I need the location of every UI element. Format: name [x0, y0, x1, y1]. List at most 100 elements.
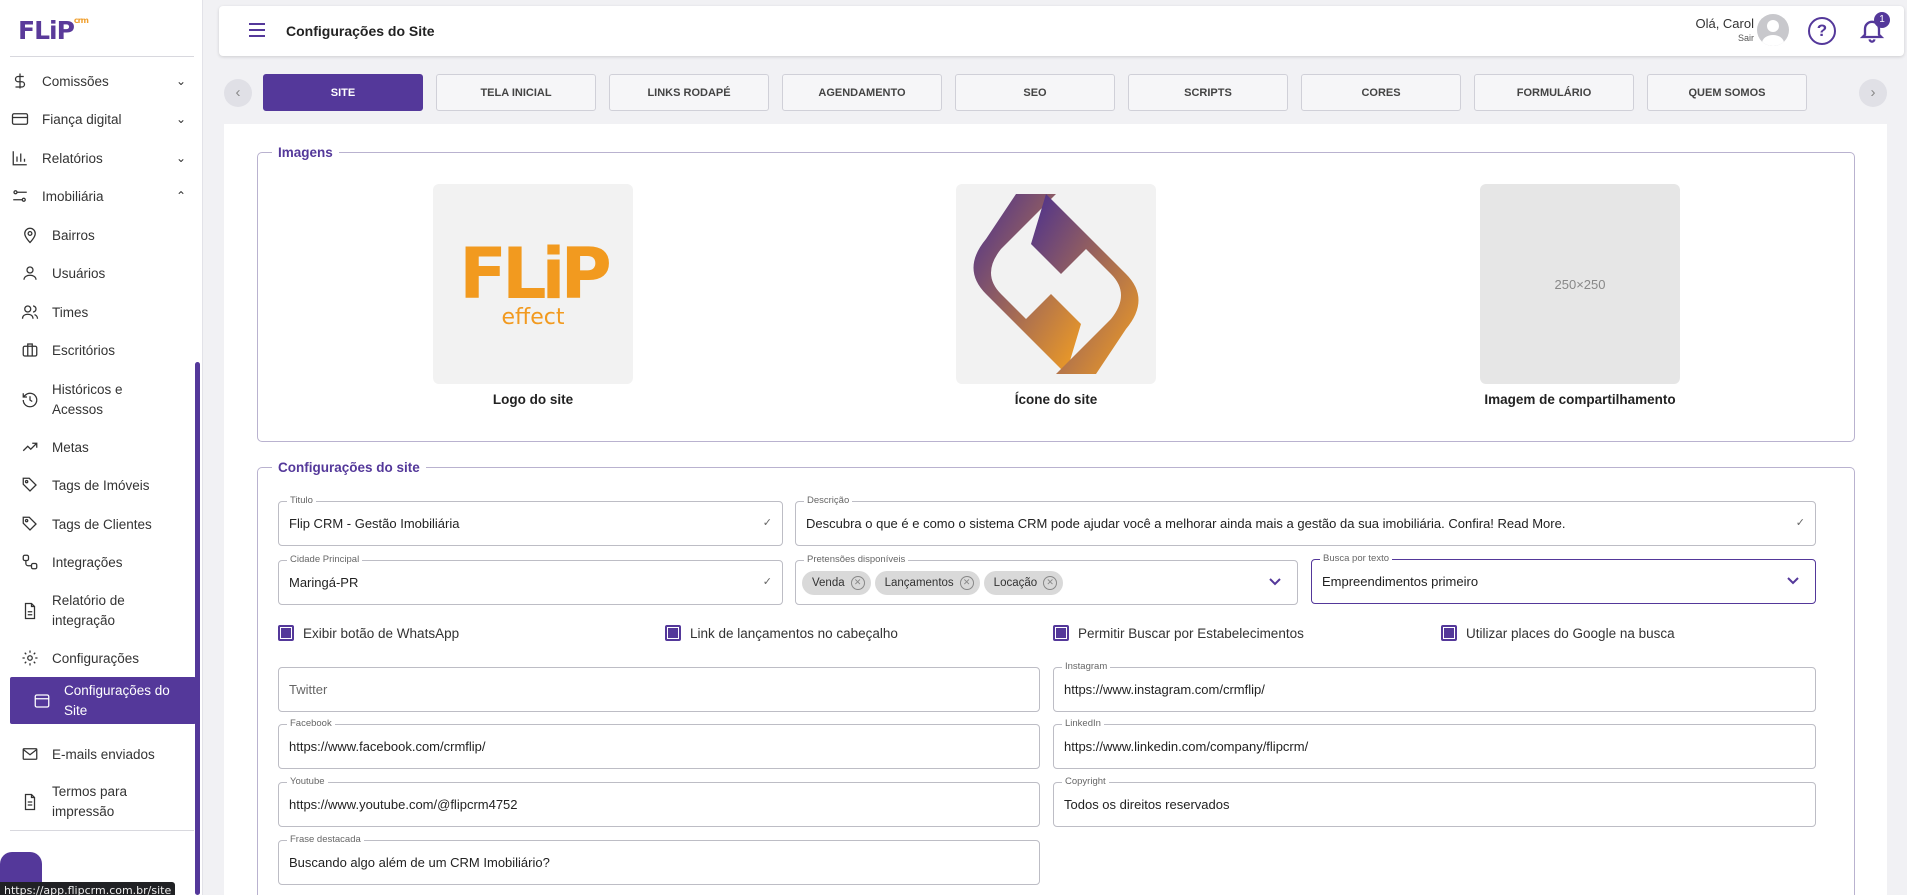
chip-venda[interactable]: Venda ✕ — [802, 571, 871, 595]
sidebar-item-metas[interactable]: Metas — [20, 437, 190, 457]
twitter-field[interactable]: Twitter — [278, 667, 1040, 712]
chip-lancamentos[interactable]: Lançamentos ✕ — [874, 571, 980, 595]
cidade-field[interactable]: Cidade Principal Maringá-PR ✓ — [278, 554, 783, 605]
tab-seo[interactable]: SEO — [955, 74, 1115, 111]
sidebar-item-label: Configurações — [52, 650, 140, 666]
cidade-label: Cidade Principal — [287, 554, 363, 565]
checkbox-checked[interactable] — [1441, 625, 1457, 641]
tabs-scroll-right-button[interactable]: › — [1859, 79, 1887, 107]
browser-window-icon — [32, 691, 52, 711]
checkbox-checked[interactable] — [665, 625, 681, 641]
avatar[interactable] — [1757, 14, 1789, 46]
sidebar-item-integracoes[interactable]: Integrações — [20, 552, 190, 572]
chevron-down-icon: ⌄ — [175, 74, 186, 88]
frase-destacada-field[interactable]: Frase destacada Buscando algo além de um… — [278, 834, 1040, 885]
tab-agendamento[interactable]: AGENDAMENTO — [782, 74, 942, 111]
sidebar-divider — [10, 56, 194, 57]
gear-icon — [20, 648, 40, 668]
sidebar-item-configuracoes[interactable]: Configurações — [20, 648, 190, 668]
pretensoes-select[interactable]: Pretensões disponíveis Venda ✕ Lançamento… — [795, 554, 1298, 605]
sidebar-item-usuarios[interactable]: Usuários — [20, 263, 190, 283]
busca-value[interactable]: Empreendimentos primeiro — [1322, 574, 1478, 589]
facebook-field[interactable]: Facebook https://www.facebook.com/crmfli… — [278, 718, 1040, 769]
descricao-value[interactable]: Descubra o que é e como o sistema CRM po… — [806, 516, 1565, 531]
app-logo[interactable]: FLiPcrm — [18, 16, 89, 45]
sidebar-item-label: Escritórios — [52, 342, 116, 358]
site-icon-image[interactable] — [956, 184, 1156, 384]
sidebar-scrollbar[interactable] — [195, 362, 200, 895]
twitter-placeholder[interactable]: Twitter — [289, 682, 327, 697]
sidebar-item-tags-clientes[interactable]: Tags de Clientes — [20, 514, 190, 534]
trending-up-icon — [20, 437, 40, 457]
chevron-down-icon[interactable] — [1785, 572, 1801, 588]
user-greeting: Olá, Carol Sair — [1695, 16, 1754, 43]
tab-scripts[interactable]: SCRIPTS — [1128, 74, 1288, 111]
google-places-checkbox[interactable]: Utilizar places do Google na busca — [1441, 625, 1675, 641]
tabs-scroll-left-button[interactable]: ‹ — [224, 79, 252, 107]
titulo-label: Titulo — [287, 495, 316, 506]
close-icon[interactable]: ✕ — [959, 576, 974, 590]
sidebar-item-label: Fiança digital — [42, 111, 122, 127]
logout-link[interactable]: Sair — [1695, 33, 1754, 43]
estabelecimentos-checkbox[interactable]: Permitir Buscar por Estabelecimentos — [1053, 625, 1304, 641]
sidebar-item-emails[interactable]: E-mails enviados — [20, 744, 190, 764]
logo-label: Logo do site — [492, 392, 574, 407]
tag-icon — [20, 514, 40, 534]
busca-texto-select[interactable]: Busca por texto Empreendimentos primeiro — [1311, 553, 1816, 604]
checkbox-checked[interactable] — [278, 625, 294, 641]
notifications-bell-icon[interactable]: 1 — [1858, 12, 1890, 46]
tab-formulario[interactable]: FORMULÁRIO — [1474, 74, 1634, 111]
chevron-down-icon[interactable] — [1267, 573, 1283, 589]
sidebar-item-imobiliaria[interactable]: Imobiliária ⌃ — [10, 186, 190, 206]
help-icon[interactable]: ? — [1808, 17, 1836, 45]
tab-quem-somos[interactable]: QUEM SOMOS — [1647, 74, 1807, 111]
copyright-value[interactable]: Todos os direitos reservados — [1064, 797, 1229, 812]
frase-value[interactable]: Buscando algo além de um CRM Imobiliário… — [289, 855, 550, 870]
sidebar-item-historicos[interactable]: Históricos e Acessos — [20, 380, 190, 419]
sidebar-item-relatorio-integracao[interactable]: Relatório de integração — [20, 591, 190, 630]
instagram-field[interactable]: Instagram https://www.instagram.com/crmf… — [1053, 661, 1816, 712]
sidebar-item-label: Integrações — [52, 554, 123, 570]
sidebar-item-comissoes[interactable]: Comissões ⌄ — [10, 71, 190, 91]
whatsapp-checkbox[interactable]: Exibir botão de WhatsApp — [278, 625, 459, 641]
tab-tela-inicial[interactable]: TELA INICIAL — [436, 74, 596, 111]
linkedin-value[interactable]: https://www.linkedin.com/company/flipcrm… — [1064, 739, 1308, 754]
descricao-label: Descrição — [804, 495, 853, 506]
close-icon[interactable]: ✕ — [850, 576, 865, 590]
tab-site[interactable]: SITE — [263, 74, 423, 111]
tab-links-rodape[interactable]: LINKS RODAPÉ — [609, 74, 769, 111]
youtube-field[interactable]: Youtube https://www.youtube.com/@flipcrm… — [278, 776, 1040, 827]
sidebar-item-times[interactable]: Times — [20, 302, 190, 322]
instagram-value[interactable]: https://www.instagram.com/crmflip/ — [1064, 682, 1265, 697]
checkbox-checked[interactable] — [1053, 625, 1069, 641]
titulo-value[interactable]: Flip CRM - Gestão Imobiliária — [289, 516, 460, 531]
titulo-field[interactable]: Titulo Flip CRM - Gestão Imobiliária ✓ — [278, 495, 783, 546]
sidebar-item-relatorios[interactable]: Relatórios ⌄ — [10, 148, 190, 168]
copyright-field[interactable]: Copyright Todos os direitos reservados — [1053, 776, 1816, 827]
sidebar-item-tags-imoveis[interactable]: Tags de Imóveis — [20, 475, 190, 495]
logo-card[interactable]: FLiP effect Logo do site — [433, 184, 633, 407]
section-legend: Imagens — [278, 145, 333, 160]
site-icon-card[interactable]: Ícone do site — [956, 184, 1156, 407]
sidebar: FLiPcrm Comissões ⌄ Fiança digital ⌄ Rel… — [0, 0, 203, 895]
chip-locacao[interactable]: Locação ✕ — [983, 571, 1064, 595]
descricao-field[interactable]: Descrição Descubra o que é e como o sist… — [795, 495, 1816, 546]
sidebar-item-configuracoes-site[interactable]: Configurações do Site — [10, 677, 196, 725]
chip-label: Lançamentos — [884, 577, 954, 589]
hamburger-menu-icon[interactable] — [249, 23, 265, 41]
close-icon[interactable]: ✕ — [1043, 576, 1058, 590]
cidade-value[interactable]: Maringá-PR — [289, 575, 358, 590]
sidebar-item-escritorios[interactable]: Escritórios — [20, 340, 190, 360]
facebook-label: Facebook — [287, 718, 335, 729]
facebook-value[interactable]: https://www.facebook.com/crmflip/ — [289, 739, 486, 754]
sidebar-item-fianca[interactable]: Fiança digital ⌄ — [10, 109, 190, 129]
sidebar-item-bairros[interactable]: Bairros — [20, 225, 190, 245]
linkedin-field[interactable]: LinkedIn https://www.linkedin.com/compan… — [1053, 718, 1816, 769]
tab-cores[interactable]: CORES — [1301, 74, 1461, 111]
share-image-card[interactable]: 250×250 Imagem de compartilhamento — [1480, 184, 1680, 407]
sidebar-item-termos[interactable]: Termos para impressão — [20, 782, 190, 821]
share-image-placeholder[interactable]: 250×250 — [1480, 184, 1680, 384]
lancamentos-header-checkbox[interactable]: Link de lançamentos no cabeçalho — [665, 625, 898, 641]
logo-image[interactable]: FLiP effect — [433, 184, 633, 384]
youtube-value[interactable]: https://www.youtube.com/@flipcrm4752 — [289, 797, 518, 812]
